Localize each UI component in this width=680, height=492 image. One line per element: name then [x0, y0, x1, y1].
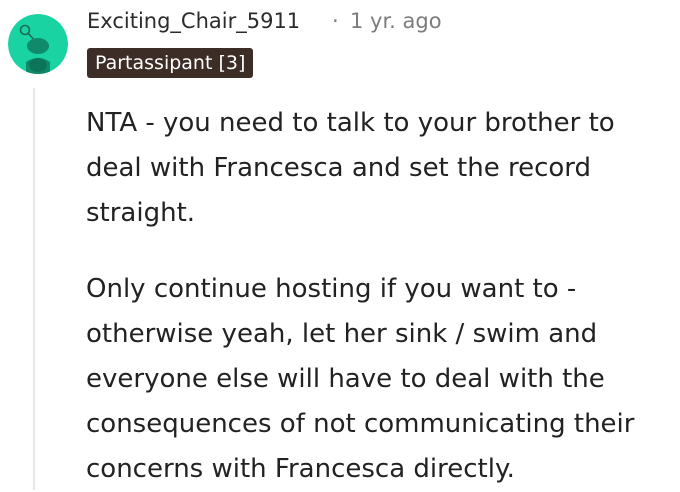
- snoo-avatar-icon: [8, 14, 68, 74]
- meta-separator: ·: [332, 9, 339, 33]
- comment-body: NTA - you need to talk to your brother t…: [86, 101, 678, 492]
- thread-collapse-line[interactable]: [33, 88, 35, 490]
- comment-paragraph: NTA - you need to talk to your brother t…: [86, 108, 615, 228]
- comment-author[interactable]: Exciting_Chair_5911: [87, 7, 300, 35]
- comment-timestamp[interactable]: 1 yr. ago: [350, 7, 442, 35]
- avatar[interactable]: [8, 14, 68, 74]
- comment: Exciting_Chair_5911 · 1 yr. ago Partassi…: [0, 0, 680, 490]
- comment-paragraph: Only continue hosting if you want to - o…: [86, 274, 635, 484]
- user-flair: Partassipant [3]: [87, 48, 254, 78]
